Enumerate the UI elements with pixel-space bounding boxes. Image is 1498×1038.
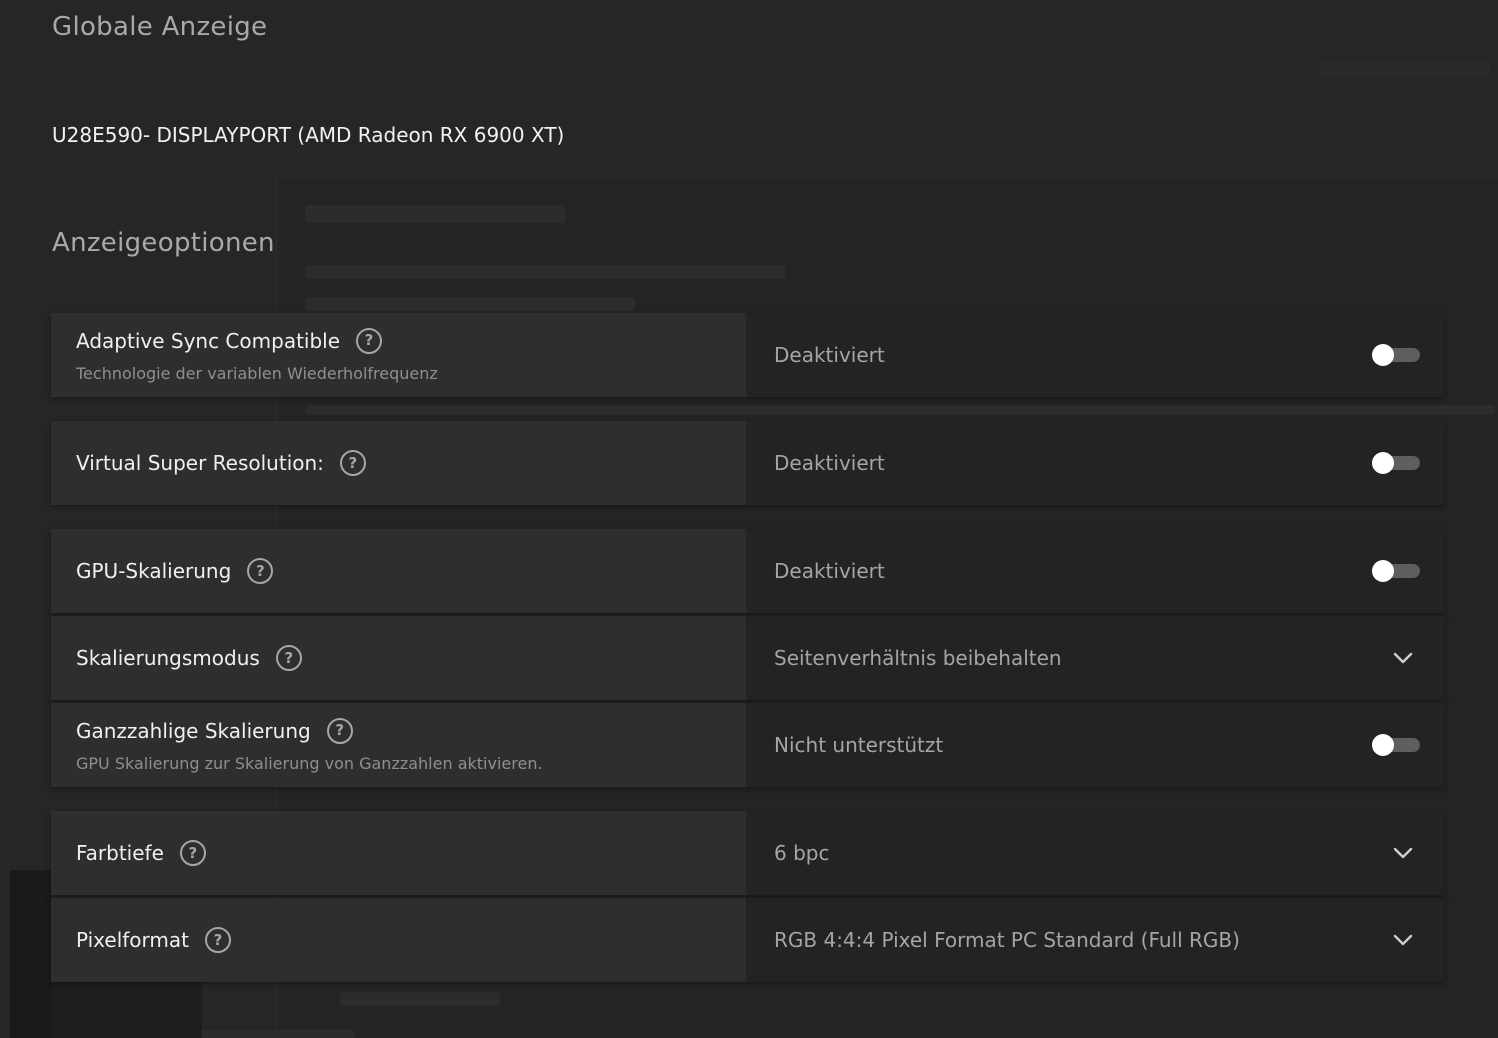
display-name: U28E590- DISPLAYPORT (AMD Radeon RX 6900… [52,123,565,147]
setting-row-pixel-format: Pixelformat ? RGB 4:4:4 Pixel Format PC … [51,898,1444,982]
background-text [305,205,565,223]
setting-label-cell: Ganzzahlige Skalierung ? GPU Skalierung … [51,703,746,787]
help-icon[interactable]: ? [179,840,206,866]
section-title: Anzeigeoptionen [52,228,275,258]
setting-label: Virtual Super Resolution: [76,451,324,475]
integer-scaling-toggle[interactable] [1372,734,1420,756]
setting-row-virtual-super-resolution: Virtual Super Resolution: ? Deaktiviert [51,421,1444,505]
setting-description: Technologie der variablen Wiederholfrequ… [76,363,438,383]
help-icon[interactable]: ? [205,927,231,953]
setting-label: Skalierungsmodus [76,646,260,670]
background-image [52,980,202,1038]
setting-row-gpu-scaling: GPU-Skalierung ? Deaktiviert [51,529,1444,613]
setting-label-cell: Pixelformat ? [51,898,746,982]
help-icon[interactable]: ? [247,558,274,584]
gpu-scaling-toggle[interactable] [1372,560,1420,582]
pixel-format-dropdown[interactable]: RGB 4:4:4 Pixel Format PC Standard (Full… [749,898,1444,982]
background-text [305,265,785,279]
setting-value: Deaktiviert [774,451,885,475]
setting-value-cell: Nicht unterstützt [749,703,1444,787]
setting-label: GPU-Skalierung [76,559,232,583]
setting-label: Ganzzahlige Skalierung [76,718,311,743]
chevron-down-icon [1393,652,1413,664]
adaptive-sync-toggle[interactable] [1372,344,1420,366]
help-icon[interactable]: ? [339,450,366,476]
chevron-down-icon [1393,934,1413,946]
setting-value-cell: Deaktiviert [749,421,1444,505]
color-depth-dropdown[interactable]: 6 bpc [749,811,1444,895]
background-text [305,297,635,311]
setting-label-cell: Virtual Super Resolution: ? [51,421,746,505]
setting-label: Farbtiefe [76,841,164,865]
setting-value-cell: Deaktiviert [749,313,1444,397]
setting-value: Deaktiviert [774,343,885,367]
background-text [1320,62,1490,78]
toggle-knob [1372,734,1394,756]
virtual-super-resolution-toggle[interactable] [1372,452,1420,474]
setting-value: Nicht unterstützt [774,733,944,757]
background-image [10,870,52,1038]
setting-row-color-depth: Farbtiefe ? 6 bpc [51,811,1444,895]
toggle-knob [1372,344,1394,366]
setting-row-adaptive-sync: Adaptive Sync Compatible ? Technologie d… [51,313,1444,397]
help-icon[interactable]: ? [275,645,302,671]
toggle-knob [1372,560,1394,582]
background-text [305,405,1495,415]
scaling-mode-dropdown[interactable]: Seitenverhältnis beibehalten [749,616,1444,700]
setting-value: RGB 4:4:4 Pixel Format PC Standard (Full… [774,928,1240,952]
help-icon[interactable]: ? [356,327,383,354]
setting-value: Deaktiviert [774,559,885,583]
page-title: Globale Anzeige [52,12,268,42]
setting-value: 6 bpc [774,841,830,865]
setting-row-scaling-mode: Skalierungsmodus ? Seitenverhältnis beib… [51,616,1444,700]
setting-label-cell: Adaptive Sync Compatible ? Technologie d… [51,313,746,397]
setting-description: GPU Skalierung zur Skalierung von Ganzza… [76,753,543,773]
help-icon[interactable]: ? [326,717,353,744]
setting-value: Seitenverhältnis beibehalten [774,646,1062,670]
setting-label: Pixelformat [76,928,189,952]
setting-label-cell: GPU-Skalierung ? [51,529,746,613]
setting-row-integer-scaling: Ganzzahlige Skalierung ? GPU Skalierung … [51,703,1444,787]
setting-label: Adaptive Sync Compatible [76,328,341,353]
setting-value-cell: Deaktiviert [749,529,1444,613]
background-text [340,992,500,1006]
toggle-knob [1372,452,1394,474]
setting-label-cell: Skalierungsmodus ? [51,616,746,700]
chevron-down-icon [1393,847,1413,859]
setting-label-cell: Farbtiefe ? [51,811,746,895]
